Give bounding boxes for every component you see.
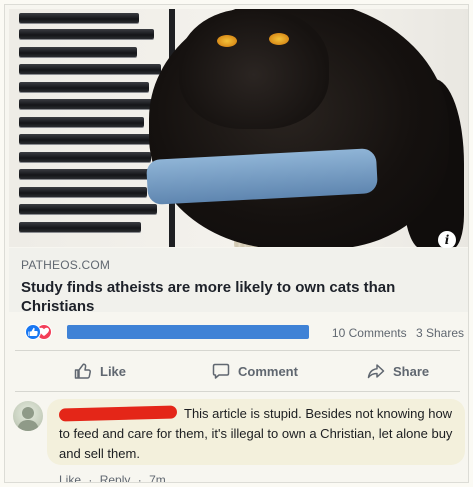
reactions-bar: 10 Comments 3 Shares [9, 319, 468, 345]
like-reaction-icon [25, 324, 41, 340]
link-headline[interactable]: Study finds atheists are more likely to … [21, 278, 460, 316]
info-icon[interactable]: i [438, 231, 456, 249]
share-arrow-icon [367, 364, 385, 379]
share-label: Share [393, 363, 430, 379]
comment-like-link[interactable]: Like [59, 473, 81, 482]
facebook-post: i PATHEOS.COM Study finds atheists are m… [4, 4, 469, 483]
comment-reply-link[interactable]: Reply [100, 473, 131, 482]
comment-bubble: This article is stupid. Besides not know… [47, 399, 465, 465]
cat-eye-left [217, 35, 237, 47]
shares-count-link[interactable]: 3 Shares [416, 326, 464, 340]
divider [15, 350, 460, 351]
like-label: Like [100, 363, 127, 379]
commenter-avatar[interactable] [13, 401, 43, 431]
cat-eye-right [269, 33, 289, 45]
engagement-counts: 10 Comments 3 Shares [326, 326, 464, 340]
comment-meta: Like · Reply · 7m [59, 473, 170, 483]
redacted-reaction-names [67, 325, 309, 339]
reaction-icons[interactable] [25, 324, 65, 340]
comment-label: Comment [238, 363, 298, 379]
link-domain: PATHEOS.COM [21, 258, 111, 272]
post-actions: Like Comment Share [9, 355, 468, 387]
divider [15, 391, 460, 392]
comment-bubble-icon [212, 363, 230, 379]
avatar-silhouette-icon [17, 407, 39, 431]
comment-button[interactable]: Comment [211, 359, 298, 383]
meta-separator: · [88, 473, 93, 483]
cat-head [179, 9, 329, 129]
like-button[interactable]: Like [73, 359, 126, 383]
comment: This article is stupid. Besides not know… [9, 399, 468, 483]
comment-timestamp[interactable]: 7m [149, 473, 166, 482]
comments-count-link[interactable]: 10 Comments [332, 326, 407, 340]
link-card-text[interactable]: PATHEOS.COM Study finds atheists are mor… [9, 248, 468, 315]
thumbs-up-icon [74, 363, 91, 379]
comment-text: This article is stupid. Besides not know… [59, 406, 453, 461]
meta-separator: · [137, 473, 142, 483]
article-preview-image[interactable] [9, 9, 468, 247]
share-button[interactable]: Share [366, 359, 429, 383]
